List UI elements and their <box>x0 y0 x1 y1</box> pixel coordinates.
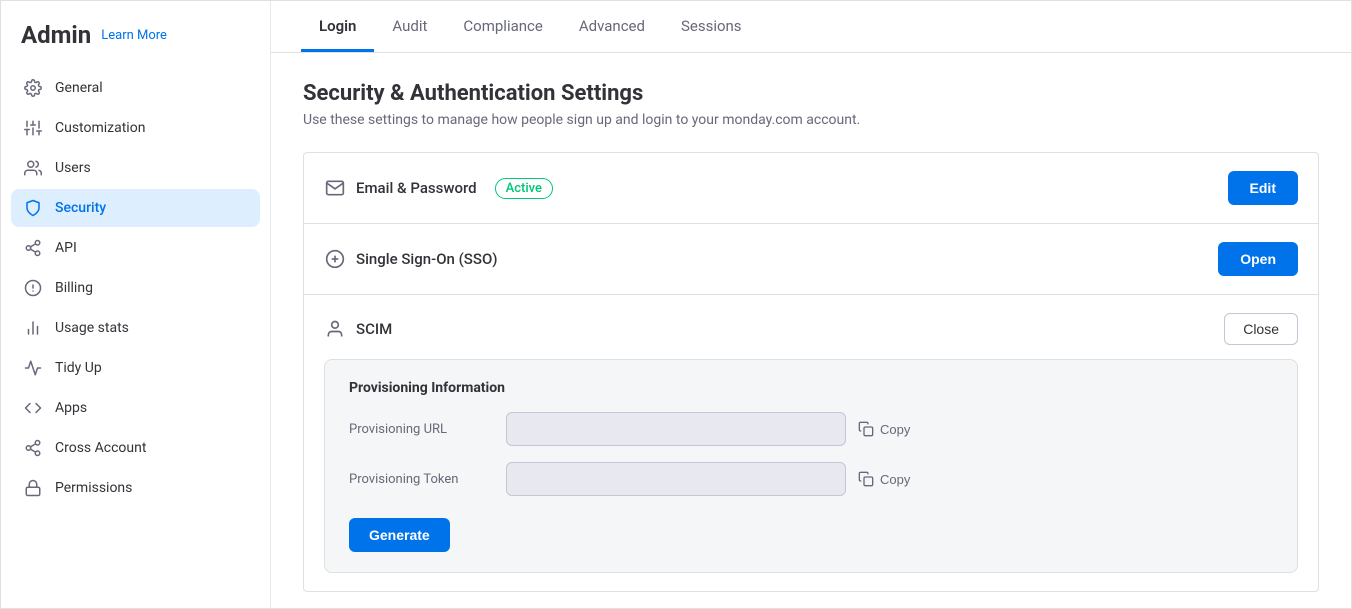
tab-login[interactable]: Login <box>301 1 374 52</box>
copy-url-button[interactable]: Copy <box>858 421 910 437</box>
scim-title: SCIM <box>356 320 392 338</box>
scim-provisioning-container: Provisioning Information Provisioning UR… <box>324 359 1298 573</box>
sidebar-item-customization[interactable]: Customization <box>11 109 260 147</box>
email-password-section: Email & Password Active Edit <box>304 153 1318 224</box>
sidebar-item-label-usage-stats: Usage stats <box>55 320 129 336</box>
sidebar-item-permissions[interactable]: Permissions <box>11 469 260 507</box>
sidebar-item-label-billing: Billing <box>55 280 93 296</box>
email-password-icon <box>324 177 346 199</box>
learn-more-link[interactable]: Learn More <box>101 28 167 43</box>
page-subtitle: Use these settings to manage how people … <box>303 112 1319 128</box>
shield-icon <box>23 198 43 218</box>
copy-token-icon <box>858 471 874 487</box>
scim-left: SCIM <box>324 318 1224 340</box>
users-icon <box>23 158 43 178</box>
email-password-title: Email & Password <box>356 179 477 197</box>
sidebar-item-label-customization: Customization <box>55 120 145 136</box>
sidebar-item-label-users: Users <box>55 160 91 176</box>
open-button[interactable]: Open <box>1218 242 1298 276</box>
api-icon <box>23 238 43 258</box>
sidebar-title: Admin <box>21 21 91 49</box>
copy-url-icon <box>858 421 874 437</box>
sidebar-item-apps[interactable]: Apps <box>11 389 260 427</box>
provisioning-token-row: Provisioning Token Copy <box>349 462 1273 496</box>
tab-audit[interactable]: Audit <box>374 1 445 52</box>
lock-icon <box>23 478 43 498</box>
cross-account-icon <box>23 438 43 458</box>
bar-chart-icon <box>23 318 43 338</box>
scim-header: SCIM Close <box>324 313 1298 345</box>
sidebar-nav: General Customization Users <box>1 69 270 507</box>
sso-left: Single Sign-On (SSO) <box>324 248 1218 270</box>
provisioning-token-input[interactable] <box>506 462 846 496</box>
sidebar-item-general[interactable]: General <box>11 69 260 107</box>
edit-button[interactable]: Edit <box>1228 171 1298 205</box>
email-password-left: Email & Password Active <box>324 177 1228 199</box>
scim-section: SCIM Close Provisioning Information Prov… <box>304 295 1318 591</box>
provisioning-url-row: Provisioning URL Copy <box>349 412 1273 446</box>
sidebar-item-label-security: Security <box>55 200 106 216</box>
copy-url-label: Copy <box>880 422 910 437</box>
sidebar-item-label-cross-account: Cross Account <box>55 440 146 456</box>
sidebar-item-tidy-up[interactable]: Tidy Up <box>11 349 260 387</box>
sidebar-item-api[interactable]: API <box>11 229 260 267</box>
scim-icon <box>324 318 346 340</box>
tidy-icon <box>23 358 43 378</box>
sidebar-item-users[interactable]: Users <box>11 149 260 187</box>
generate-button[interactable]: Generate <box>349 518 450 552</box>
active-badge: Active <box>495 178 553 199</box>
sso-icon <box>324 248 346 270</box>
sidebar-item-label-apps: Apps <box>55 400 87 416</box>
close-button[interactable]: Close <box>1224 313 1298 345</box>
sidebar-item-label-tidy-up: Tidy Up <box>55 360 102 376</box>
content-area: Security & Authentication Settings Use t… <box>271 53 1351 608</box>
tab-sessions[interactable]: Sessions <box>663 1 760 52</box>
sliders-icon <box>23 118 43 138</box>
provisioning-url-input[interactable] <box>506 412 846 446</box>
sidebar-item-label-general: General <box>55 80 103 96</box>
provisioning-url-label: Provisioning URL <box>349 422 494 437</box>
sso-section: Single Sign-On (SSO) Open <box>304 224 1318 295</box>
page-title: Security & Authentication Settings <box>303 81 1319 106</box>
sso-title: Single Sign-On (SSO) <box>356 250 498 268</box>
code-icon <box>23 398 43 418</box>
sections-container: Email & Password Active Edit Single Sign… <box>303 152 1319 592</box>
gear-icon <box>23 78 43 98</box>
dollar-icon <box>23 278 43 298</box>
tab-advanced[interactable]: Advanced <box>561 1 663 52</box>
copy-token-label: Copy <box>880 472 910 487</box>
sidebar: Admin Learn More General <box>1 1 271 608</box>
tab-compliance[interactable]: Compliance <box>445 1 560 52</box>
sidebar-item-billing[interactable]: Billing <box>11 269 260 307</box>
copy-token-button[interactable]: Copy <box>858 471 910 487</box>
tabs-bar: Login Audit Compliance Advanced Sessions <box>271 1 1351 53</box>
provisioning-info-title: Provisioning Information <box>349 380 1273 396</box>
sidebar-header: Admin Learn More <box>1 21 270 69</box>
sidebar-item-usage-stats[interactable]: Usage stats <box>11 309 260 347</box>
sidebar-item-label-permissions: Permissions <box>55 480 132 496</box>
sidebar-item-label-api: API <box>55 240 77 256</box>
main-content: Login Audit Compliance Advanced Sessions… <box>271 1 1351 608</box>
provisioning-token-label: Provisioning Token <box>349 472 494 487</box>
sidebar-item-security[interactable]: Security <box>11 189 260 227</box>
sidebar-item-cross-account[interactable]: Cross Account <box>11 429 260 467</box>
